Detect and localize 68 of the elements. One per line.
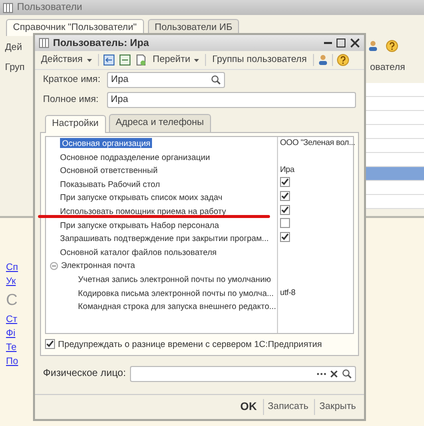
setting-value: Ира [280,165,294,174]
checkbox[interactable] [280,177,290,188]
setting-name[interactable]: Показывать Рабочий стол [60,178,160,189]
setting-name[interactable]: Использовать помощник приема на работу [60,206,226,216]
window-title-text: Пользователи [17,1,82,15]
toolbar-text: Дей [5,41,22,55]
column-header: ователя [370,61,406,75]
tab[interactable]: Настройки [45,115,106,132]
grid-icon [3,2,13,12]
dialog-title: Пользователь: Ира [53,36,150,50]
setting-name[interactable]: Основная организация [60,138,152,148]
actions-menu[interactable]: Действия [39,53,94,68]
window-icon[interactable] [118,54,131,66]
side-link[interactable]: Сп [6,262,18,274]
help-icon[interactable] [336,54,349,66]
goto-menu[interactable]: Перейти [150,53,202,68]
minimize-icon [324,42,332,44]
dialog-button[interactable]: OK [236,398,261,415]
person-icon[interactable] [318,54,328,66]
document-icon[interactable] [134,54,147,66]
side-link[interactable]: Ук [6,276,18,288]
setting-name[interactable]: При запуске открывать Набор персонала [60,220,220,230]
setting-name[interactable]: Запрашивать подтверждение при закрытии програм... [60,233,269,244]
setting-name[interactable]: Основное подразделение организации [60,152,210,162]
more-icon [317,372,326,375]
setting-name[interactable]: Основной ответственный [60,165,158,176]
input-field[interactable]: Ира [106,92,356,108]
dialog-button[interactable]: Закрыть [314,398,360,415]
caret-icon [86,58,92,62]
checkbox[interactable] [280,204,290,215]
checkbox[interactable] [45,339,55,350]
clear-icon [330,370,338,378]
setting-name[interactable]: Кодировка письма электронной почты по умолча... [78,288,274,298]
checkbox[interactable] [280,232,290,242]
search-icon [342,368,352,379]
setting-value: utf-8 [280,288,296,297]
side-link[interactable]: Фі [6,328,18,340]
list-row[interactable] [366,167,424,181]
side-link[interactable]: Ст [6,314,18,326]
column-header: Груп [5,61,25,75]
field-label: Полное имя: [43,93,100,108]
groups-button[interactable]: Группы пользователя [210,53,309,68]
side-link[interactable]: По [6,356,18,368]
field-label: Краткое имя: [43,73,102,88]
setting-name[interactable]: Учетная запись электронной почты по умолчанию [78,274,271,284]
grid-icon [39,38,49,48]
setting-name[interactable]: Электронная почта [61,260,136,270]
close-icon [350,38,360,48]
side-heading: С [6,291,18,311]
input-field[interactable]: Ира [107,72,225,88]
input-field[interactable] [130,366,356,382]
setting-name[interactable]: При запуске открывать список моих задач [60,192,222,202]
checkbox[interactable] [280,218,290,228]
field-label: Физическое лицо: [43,367,126,382]
checkbox[interactable] [280,191,290,202]
checkbox-label: Предупреждать о разнице времени с сервером 1С:Предприятия [58,338,322,351]
tab[interactable]: Адреса и телефоны [108,114,211,132]
search-icon [211,75,221,86]
side-link[interactable]: Те [6,342,18,354]
setting-value: ООО "Зеленая вол... [280,138,356,148]
setting-name[interactable]: Основной каталог файлов пользователя [60,246,217,257]
maximize-icon [336,38,346,48]
collapse-icon[interactable] [50,262,58,270]
person-icon [368,40,378,52]
dialog-button[interactable]: Записать [262,398,312,415]
help-icon [386,40,398,52]
caret-icon [194,58,200,62]
setting-name[interactable]: Командная строка для запуска внешнего редакто... [78,301,276,312]
